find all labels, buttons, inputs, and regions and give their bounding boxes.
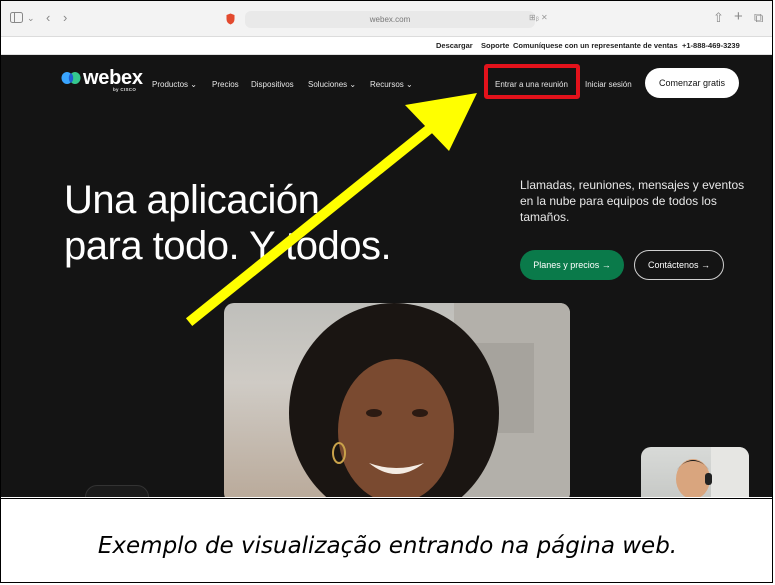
- share-icon[interactable]: ⇧: [713, 11, 724, 25]
- headline-line-2: para todo. Y todos.: [64, 224, 392, 268]
- screenshot-frame: ⌄ ‹ › webex.com ⊞ᵦ ✕ ⇧ + ⧉ Descargar Sop…: [0, 0, 773, 583]
- contact-us-button[interactable]: Contáctenos →: [634, 250, 724, 280]
- hero-headline: Una aplicación para todo. Y todos.: [64, 177, 392, 269]
- chevron-down-icon: ⌄: [349, 80, 357, 89]
- plans-pricing-button[interactable]: Planes y precios →: [520, 250, 624, 280]
- nav-label: Productos: [152, 80, 189, 89]
- phone-link[interactable]: +1-888-469-3239: [682, 41, 740, 50]
- woman-illustration: [289, 303, 570, 497]
- floating-chip: [85, 485, 149, 497]
- forward-icon[interactable]: ›: [63, 11, 67, 25]
- webex-logo[interactable]: webex by CISCO: [61, 67, 143, 97]
- caption-text: Exemplo de visualização entrando na pági…: [97, 533, 678, 559]
- nav-item-dispositivos[interactable]: Dispositivos: [251, 80, 294, 89]
- sidebar-icon[interactable]: [10, 12, 23, 26]
- join-meeting-highlight-box: [484, 64, 580, 99]
- nav-item-recursos[interactable]: Recursos ⌄: [370, 80, 413, 89]
- download-link[interactable]: Descargar: [436, 41, 473, 50]
- hero-photo: [224, 303, 570, 497]
- man-illustration: [676, 447, 749, 497]
- start-free-button[interactable]: Comenzar gratis: [645, 68, 739, 98]
- webex-page: Descargar Soporte Comuníquese con un rep…: [1, 37, 772, 497]
- chevron-down-icon: ⌄: [406, 80, 413, 89]
- nav-label: Soluciones: [308, 80, 348, 89]
- utility-bar: Descargar Soporte Comuníquese con un rep…: [1, 37, 772, 55]
- nav-item-precios[interactable]: Precios: [212, 80, 239, 89]
- chevron-down-icon[interactable]: ⌄: [27, 11, 35, 25]
- back-icon[interactable]: ‹: [46, 11, 50, 25]
- brand-sub: by CISCO: [113, 87, 137, 92]
- nav-label: Recursos: [370, 80, 404, 89]
- headline-line-1: Una aplicación: [64, 178, 320, 222]
- tabs-overview-icon[interactable]: ⧉: [754, 11, 763, 25]
- sign-in-link[interactable]: Iniciar sesión: [585, 80, 632, 89]
- man-with-headset-photo: [641, 447, 749, 497]
- address-bar[interactable]: webex.com: [245, 11, 535, 28]
- nav-item-productos[interactable]: Productos ⌄: [152, 80, 197, 89]
- nav-item-soluciones[interactable]: Soluciones ⌄: [308, 80, 356, 89]
- browser-toolbar: ⌄ ‹ › webex.com ⊞ᵦ ✕ ⇧ + ⧉: [1, 1, 772, 37]
- hero-subtext: Llamadas, reuniones, mensajes y eventos …: [520, 178, 745, 224]
- main-nav: webex by CISCO Productos ⌄ Precios Dispo…: [1, 55, 772, 111]
- webex-logo-icon: [61, 72, 81, 84]
- chevron-down-icon: ⌄: [190, 80, 197, 89]
- new-tab-icon[interactable]: +: [734, 9, 743, 24]
- shield-icon[interactable]: [226, 13, 235, 25]
- caption-area: Exemplo de visualização entrando na pági…: [1, 498, 772, 582]
- translate-icon[interactable]: ⊞ᵦ ✕: [529, 13, 548, 22]
- contact-sales-link[interactable]: Comuníquese con un representante de vent…: [513, 41, 678, 50]
- support-link[interactable]: Soporte: [481, 41, 509, 50]
